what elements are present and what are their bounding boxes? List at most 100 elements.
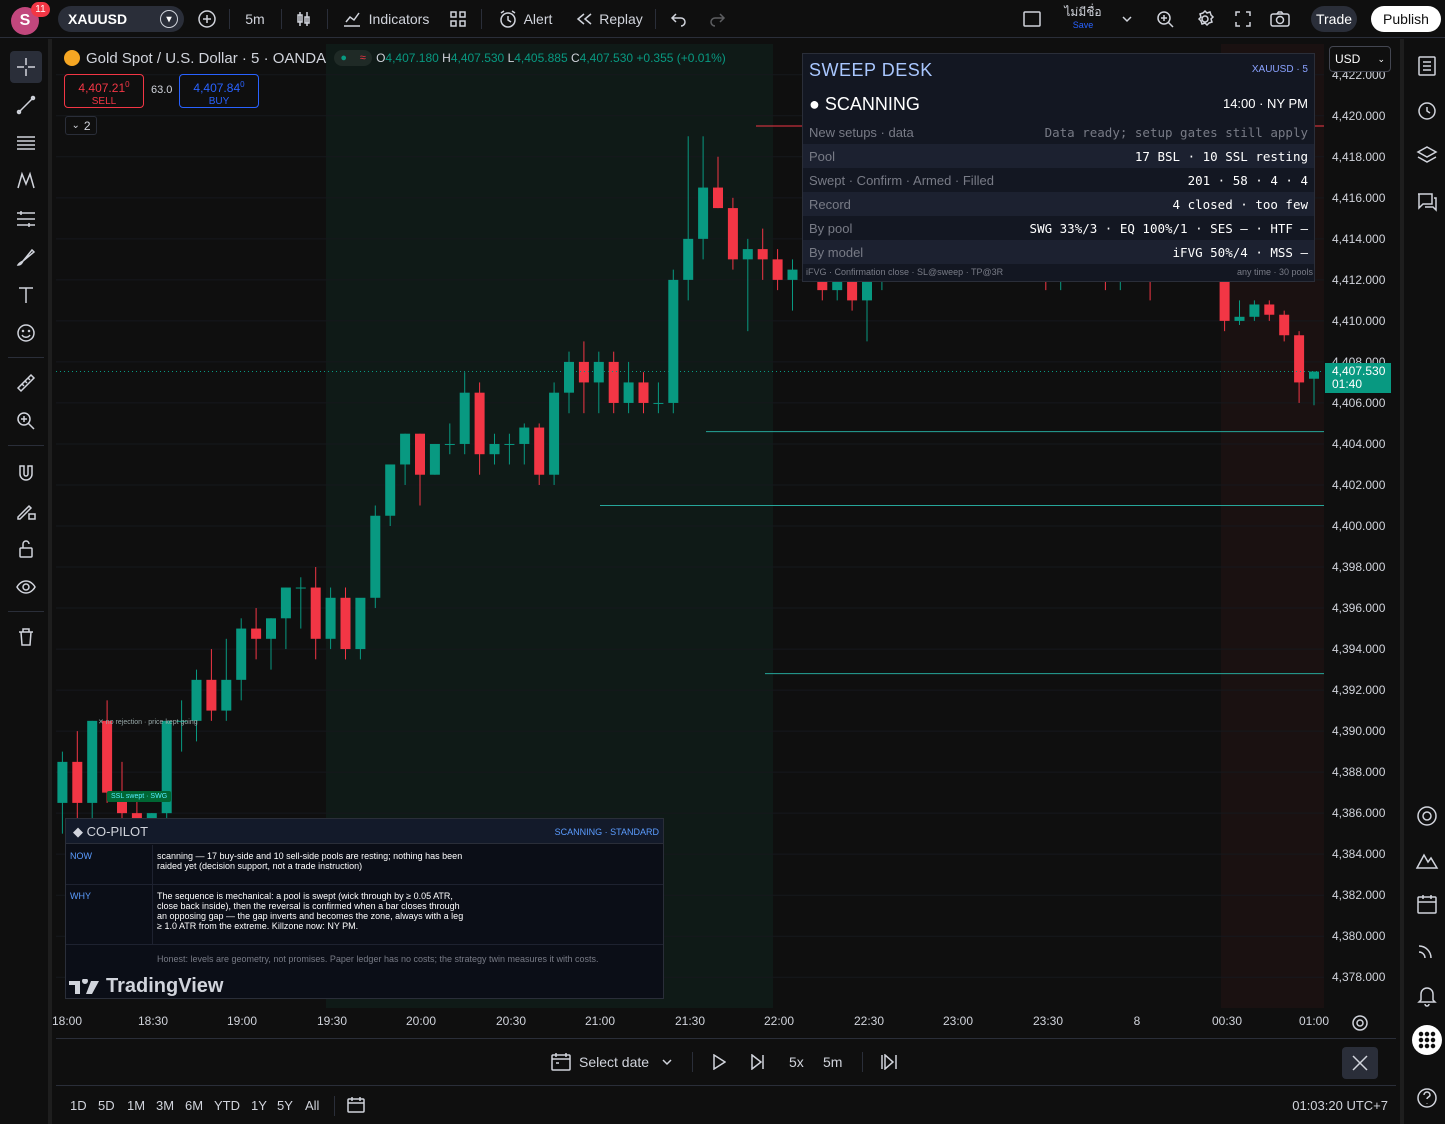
replay-interval-button[interactable]: 5m	[823, 1039, 842, 1085]
indicators-button[interactable]: Indicators	[338, 0, 433, 38]
price-tick-label: 4,392.000	[1332, 683, 1386, 698]
settings-button[interactable]	[1193, 0, 1217, 38]
price-tick-label: 4,386.000	[1332, 806, 1386, 821]
time-tick-label: 8	[1133, 1014, 1141, 1028]
candle	[266, 618, 276, 670]
layout-save-label[interactable]: Save	[1062, 19, 1104, 32]
utc-clock[interactable]: 01:03:20 UTC+7	[1292, 1098, 1388, 1113]
gear-icon	[1197, 9, 1215, 27]
ideas-button[interactable]	[1412, 845, 1442, 875]
row-label: By model	[809, 244, 864, 260]
goto-date-icon[interactable]	[346, 1096, 366, 1114]
notifications-button[interactable]	[1412, 981, 1442, 1011]
candle	[221, 638, 232, 721]
measure-tool[interactable]	[10, 367, 42, 399]
bell-icon	[1417, 987, 1437, 1007]
indicators-collapse-button[interactable]: ⌄ 2	[65, 116, 97, 135]
divider	[655, 9, 656, 29]
select-date-button[interactable]: Select date	[550, 1039, 673, 1085]
symbol-title[interactable]: Gold Spot / U.S. Dollar · 5 · OANDA	[86, 50, 326, 67]
play-button[interactable]	[712, 1039, 726, 1085]
chart-type-button[interactable]	[292, 0, 316, 38]
replay-button[interactable]: Replay	[574, 0, 644, 38]
add-symbol-button[interactable]	[195, 0, 219, 38]
symbol-search-button[interactable]: XAUUSD ▾	[58, 6, 184, 32]
fullscreen-button[interactable]	[1231, 0, 1255, 38]
products-button[interactable]	[1412, 1025, 1442, 1055]
redo-button[interactable]	[706, 0, 728, 38]
range-1y[interactable]: 1Y	[251, 1098, 267, 1113]
range-1m[interactable]: 1M	[127, 1098, 145, 1113]
tradingview-logo[interactable]: TradingView	[68, 975, 223, 998]
snapshot-button[interactable]	[1267, 0, 1293, 38]
templates-button[interactable]	[447, 0, 469, 38]
eye-icon	[16, 580, 36, 594]
buy-label: BUY	[208, 96, 230, 107]
help-button[interactable]	[1412, 1083, 1442, 1113]
remove-drawings-tool[interactable]	[10, 621, 42, 653]
layout-menu-button[interactable]	[1118, 0, 1136, 38]
chart-legend: Gold Spot / U.S. Dollar · 5 · OANDA ● ≈ O…	[64, 48, 726, 68]
range-1d[interactable]: 1D	[70, 1098, 87, 1113]
range-6m[interactable]: 6M	[185, 1098, 203, 1113]
publish-button[interactable]: Publish	[1371, 6, 1441, 32]
undo-button[interactable]	[668, 0, 690, 38]
close-replay-button[interactable]	[1342, 1047, 1378, 1079]
jump-to-realtime-button[interactable]	[880, 1039, 898, 1085]
pattern-tool[interactable]	[10, 165, 42, 197]
pine-editor-button[interactable]	[1412, 801, 1442, 831]
step-forward-button[interactable]	[750, 1039, 766, 1085]
range-ytd[interactable]: YTD	[214, 1098, 240, 1113]
emoji-tool[interactable]	[10, 317, 42, 349]
object-tree-button[interactable]	[1412, 141, 1442, 171]
time-axis[interactable]: 18:00 18:30 19:00 19:30 20:00 20:30 21:00 21:30…	[52, 1008, 1396, 1038]
skip-to-end-icon	[881, 1054, 897, 1070]
currency-select[interactable]: USD ⌄	[1329, 46, 1391, 72]
compare-symbol-icon[interactable]: ▾	[160, 10, 178, 28]
buy-button[interactable]: 4,407.840 BUY	[179, 74, 259, 108]
quick-search-button[interactable]	[1153, 0, 1177, 38]
alert-button[interactable]: Alert	[494, 0, 556, 38]
interval-button[interactable]: 5m	[240, 0, 270, 38]
divider	[281, 9, 282, 29]
range-3m[interactable]: 3M	[156, 1098, 174, 1113]
layout-name[interactable]: ไม่มีชื่อ Save	[1062, 6, 1104, 32]
time-tick-label: 18:30	[137, 1014, 169, 1028]
row-value: 4 closed · too few	[1172, 196, 1308, 212]
streams-button[interactable]	[1412, 935, 1442, 965]
trade-button[interactable]: Trade	[1311, 6, 1357, 32]
time-tick-label: 20:30	[495, 1014, 527, 1028]
market-status-pill[interactable]: ● ≈	[334, 50, 373, 66]
fib-retracement-icon	[17, 211, 35, 227]
replay-speed-button[interactable]: 5x	[789, 1039, 804, 1085]
range-all[interactable]: All	[305, 1098, 319, 1113]
horizontal-lines-tool[interactable]	[10, 127, 42, 159]
calendar-button[interactable]	[1412, 889, 1442, 919]
lock-drawings-pencil[interactable]	[10, 495, 42, 527]
sweep-row: New setups · data Data ready; setup gates…	[803, 120, 1314, 144]
hide-drawings-tool[interactable]	[10, 571, 42, 603]
magnet-tool[interactable]	[10, 457, 42, 489]
range-5y[interactable]: 5Y	[277, 1098, 293, 1113]
axis-settings-gear-icon[interactable]	[1350, 1013, 1370, 1033]
watchlist-button[interactable]	[1412, 51, 1442, 81]
text-tool[interactable]	[10, 279, 42, 311]
fib-tool[interactable]	[10, 203, 42, 235]
trend-line-tool[interactable]	[10, 89, 42, 121]
lock-all-tool[interactable]	[10, 533, 42, 565]
chats-button[interactable]	[1412, 187, 1442, 217]
alerts-button[interactable]	[1412, 95, 1442, 125]
range-5d[interactable]: 5D	[98, 1098, 115, 1113]
footer-pools: any time · 30 pools	[1236, 267, 1313, 277]
crosshair-tool[interactable]	[10, 51, 42, 83]
divider	[152, 845, 153, 884]
ruler-icon	[16, 373, 36, 393]
price-axis[interactable]: 4,422.000 4,420.000 4,418.000 4,416.000 4,41…	[1324, 44, 1396, 1008]
sweep-row: Record 4 closed · too few	[803, 192, 1314, 216]
sell-button[interactable]: 4,407.210 SELL	[64, 74, 144, 108]
row-label: New setups · data	[809, 124, 914, 140]
layout-select-button[interactable]	[1020, 0, 1044, 38]
row-value: iFVG 50%/4 · MSS —	[1172, 244, 1308, 260]
brush-tool[interactable]	[10, 241, 42, 273]
zoom-tool[interactable]	[10, 405, 42, 437]
